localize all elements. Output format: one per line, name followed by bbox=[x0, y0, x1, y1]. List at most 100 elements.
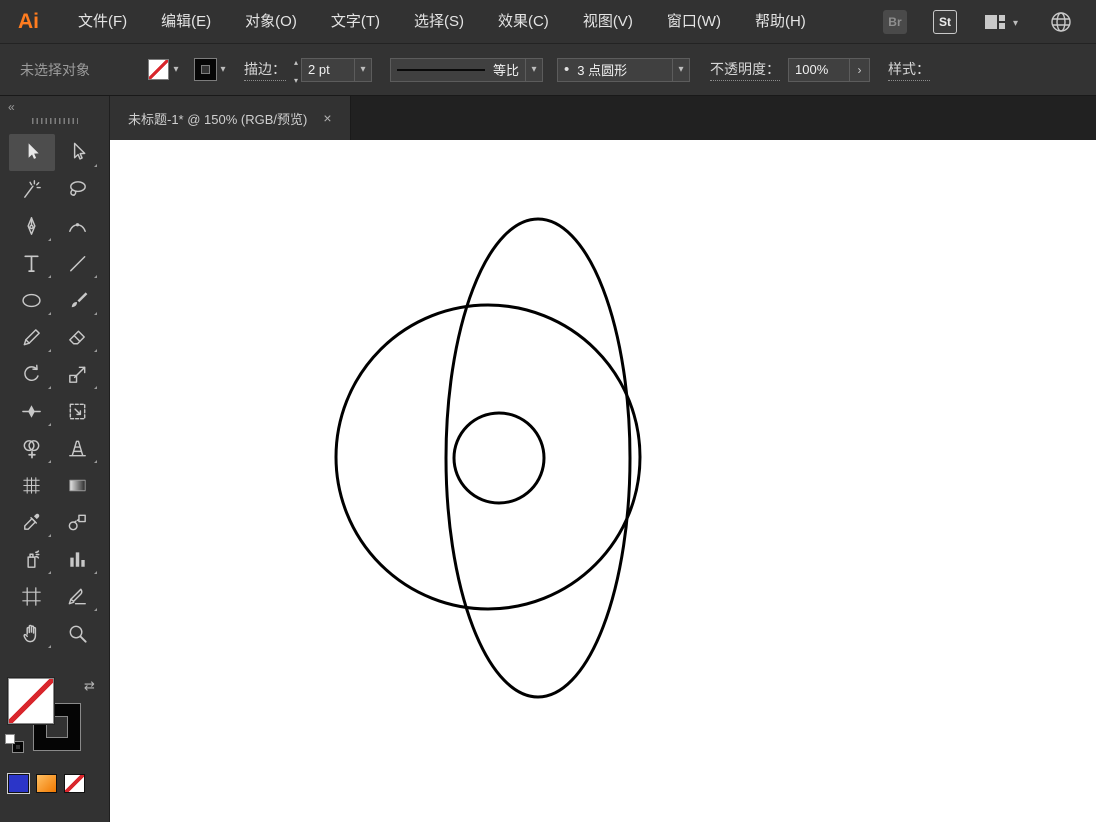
panel-collapse-button[interactable]: « bbox=[8, 100, 15, 114]
ellipse-tool[interactable] bbox=[9, 282, 55, 319]
workspace-switcher[interactable] bbox=[983, 12, 1018, 32]
brush-definition-chevron[interactable] bbox=[673, 57, 691, 82]
width-tool[interactable] bbox=[9, 393, 55, 430]
brush-preview-dot-icon bbox=[564, 61, 577, 78]
curvature-tool[interactable] bbox=[55, 208, 101, 245]
control-bar: 未选择对象 描边： 2 pt 等比 3 点圆形 不透明度： 100% 样 bbox=[0, 44, 1096, 96]
shaper-tool-icon bbox=[23, 329, 40, 346]
mesh-tool-icon bbox=[23, 477, 40, 494]
opacity-label[interactable]: 不透明度： bbox=[710, 59, 781, 81]
symbol-sprayer-tool[interactable] bbox=[9, 541, 55, 578]
hand-tool[interactable] bbox=[9, 615, 55, 652]
width-profile-chevron[interactable] bbox=[526, 57, 544, 82]
menu-item-edit[interactable]: 编辑(E) bbox=[144, 0, 228, 44]
stroke-color-control[interactable] bbox=[195, 59, 230, 80]
default-fill-mini bbox=[5, 734, 15, 744]
panel-grip-handle[interactable] bbox=[31, 118, 78, 124]
stroke-weight-stepper[interactable] bbox=[294, 52, 298, 88]
zoom-tool[interactable] bbox=[55, 615, 101, 652]
workspace-layout-icon bbox=[984, 14, 1005, 29]
width-profile-dropdown[interactable]: 等比 bbox=[390, 57, 527, 82]
free-transform-tool[interactable] bbox=[55, 393, 101, 430]
menu-item-view[interactable]: 视图(V) bbox=[566, 0, 650, 44]
artwork-svg bbox=[334, 217, 642, 699]
opacity-panel-arrow[interactable] bbox=[850, 57, 871, 82]
menu-item-type[interactable]: 文字(T) bbox=[314, 0, 397, 44]
stroke-color-swatch[interactable] bbox=[195, 59, 216, 80]
menu-item-select[interactable]: 选择(S) bbox=[397, 0, 481, 44]
rotate-tool[interactable] bbox=[9, 356, 55, 393]
paintbrush-tool[interactable] bbox=[55, 282, 101, 319]
slice-tool[interactable] bbox=[55, 578, 101, 615]
blend-tool-icon bbox=[68, 514, 86, 531]
shaper-tool[interactable] bbox=[9, 319, 55, 356]
menu-item-help[interactable]: 帮助(H) bbox=[738, 0, 823, 44]
fill-none-swatch[interactable] bbox=[148, 59, 169, 80]
swap-fill-stroke-icon[interactable] bbox=[84, 678, 95, 694]
bridge-button[interactable]: Br bbox=[882, 9, 907, 34]
selection-tool-icon bbox=[28, 143, 39, 159]
style-label[interactable]: 样式： bbox=[888, 59, 931, 81]
eraser-tool[interactable] bbox=[55, 319, 101, 356]
width-profile-value: 等比 bbox=[493, 63, 520, 78]
menu-item-file[interactable]: 文件(F) bbox=[61, 0, 144, 44]
mesh-tool[interactable] bbox=[9, 467, 55, 504]
gradient-mode-button[interactable] bbox=[36, 774, 57, 793]
scale-tool[interactable] bbox=[55, 356, 101, 393]
tab-strip: 未标题-1* @ 150% (RGB/预览) × bbox=[110, 96, 1096, 140]
perspective-grid-tool[interactable] bbox=[55, 430, 101, 467]
fill-color-control[interactable] bbox=[148, 59, 183, 80]
gradient-tool[interactable] bbox=[55, 467, 101, 504]
perspective-grid-tool-icon bbox=[69, 440, 86, 457]
width-tool-icon bbox=[22, 405, 41, 418]
tools-panel: « bbox=[0, 96, 110, 822]
pen-tool[interactable] bbox=[9, 208, 55, 245]
share-icon[interactable] bbox=[1048, 9, 1074, 35]
menu-item-effect[interactable]: 效果(C) bbox=[481, 0, 566, 44]
none-mode-button[interactable] bbox=[64, 774, 85, 793]
tab-close-icon[interactable]: × bbox=[323, 110, 331, 126]
scale-tool-icon bbox=[69, 366, 86, 383]
document-tab-title: 未标题-1* @ 150% (RGB/预览) bbox=[128, 111, 308, 127]
magic-wand-tool[interactable] bbox=[9, 171, 55, 208]
pen-tool-icon bbox=[27, 217, 36, 235]
stepper-up-icon[interactable] bbox=[294, 52, 298, 70]
shape-builder-tool[interactable] bbox=[9, 430, 55, 467]
rotate-tool-icon bbox=[24, 364, 39, 381]
gradient-tool-icon bbox=[69, 479, 86, 492]
default-fill-stroke-icon[interactable] bbox=[5, 734, 23, 752]
menu-item-window[interactable]: 窗口(W) bbox=[650, 0, 738, 44]
stock-button[interactable]: St bbox=[932, 9, 957, 34]
direct-selection-tool[interactable] bbox=[55, 134, 101, 171]
selection-tool[interactable] bbox=[8, 134, 55, 171]
canvas[interactable] bbox=[110, 140, 1096, 822]
brush-definition-dropdown[interactable]: 3 点圆形 bbox=[557, 57, 674, 82]
fill-proxy-none[interactable] bbox=[8, 678, 54, 724]
fill-chevron-icon[interactable] bbox=[169, 59, 183, 80]
tools-grid bbox=[0, 134, 109, 652]
stroke-weight-field[interactable]: 2 pt bbox=[301, 57, 356, 82]
artboard-tool[interactable] bbox=[9, 578, 55, 615]
menu-item-object[interactable]: 对象(O) bbox=[228, 0, 314, 44]
stroke-weight-label[interactable]: 描边： bbox=[244, 59, 286, 81]
line-segment-tool[interactable] bbox=[55, 245, 101, 282]
blend-tool[interactable] bbox=[55, 504, 101, 541]
artwork-small-circle[interactable] bbox=[452, 411, 546, 505]
stepper-down-icon[interactable] bbox=[294, 70, 298, 88]
illustrator-logo: Ai bbox=[18, 9, 39, 33]
stroke-weight-dropdown[interactable] bbox=[355, 57, 373, 82]
line-segment-tool-icon bbox=[70, 256, 86, 272]
lasso-tool[interactable] bbox=[55, 171, 101, 208]
artwork-vertical-ellipse[interactable] bbox=[444, 217, 632, 699]
type-tool[interactable] bbox=[9, 245, 55, 282]
color-mode-button[interactable] bbox=[8, 774, 29, 793]
artwork-large-circle[interactable] bbox=[334, 303, 642, 611]
eyedropper-tool[interactable] bbox=[9, 504, 55, 541]
stroke-chevron-icon[interactable] bbox=[216, 59, 230, 80]
document-tab[interactable]: 未标题-1* @ 150% (RGB/预览) × bbox=[110, 96, 351, 140]
column-graph-tool[interactable] bbox=[55, 541, 101, 578]
opacity-field[interactable]: 100% bbox=[788, 57, 851, 82]
eraser-tool-icon bbox=[69, 330, 85, 345]
symbol-sprayer-tool-icon bbox=[27, 550, 40, 568]
slice-tool-icon bbox=[68, 588, 86, 605]
